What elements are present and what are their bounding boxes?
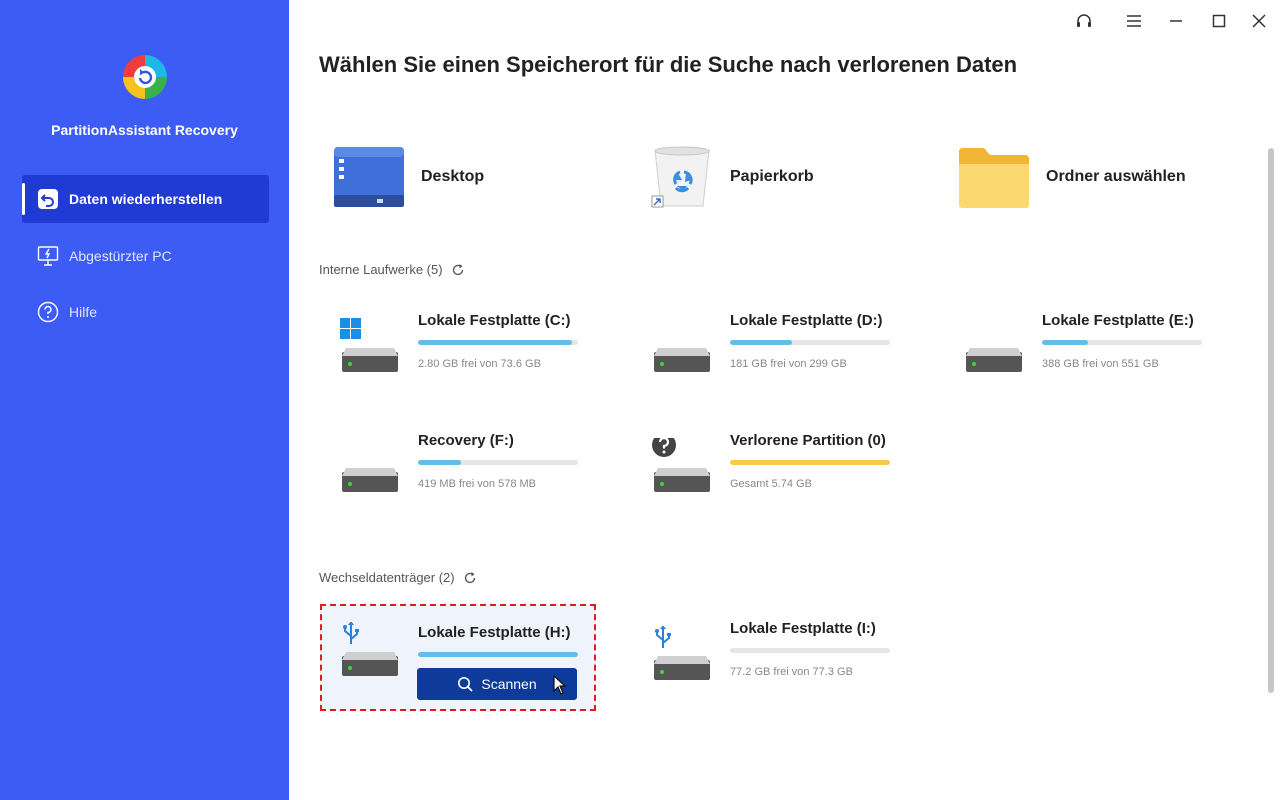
question-icon [652, 438, 676, 457]
quick-location-papierkorb[interactable]: Papierkorb [650, 142, 814, 212]
drive-f[interactable]: Recovery (F:) 419 MB frei von 578 MB [320, 420, 596, 524]
sidebar-item-label: Hilfe [69, 304, 98, 320]
folder-icon [959, 148, 1029, 208]
drive-i[interactable]: Lokale Festplatte (I:) 77.2 GB frei von … [632, 608, 908, 712]
usage-bar [730, 460, 890, 465]
hard-drive-icon [652, 438, 710, 492]
sidebar-item-abgestuerzter-pc[interactable]: Abgestürzter PC [22, 232, 269, 280]
drive-e[interactable]: Lokale Festplatte (E:) 388 GB frei von 5… [944, 300, 1220, 404]
quick-location-label: Desktop [421, 168, 485, 185]
drive-name: Lokale Festplatte (H:) [418, 624, 571, 641]
drive-name: Lokale Festplatte (E:) [1042, 312, 1194, 329]
minimize-button[interactable] [1163, 10, 1189, 32]
restore-icon [37, 188, 59, 210]
maximize-button[interactable] [1206, 10, 1232, 32]
scrollbar[interactable] [1268, 148, 1274, 693]
quick-location-label: Papierkorb [730, 168, 814, 185]
hard-drive-icon [654, 348, 710, 372]
menu-icon [1127, 15, 1141, 27]
crashed-pc-icon [37, 245, 59, 267]
lost-partition[interactable]: Verlorene Partition (0) Gesamt 5.74 GB [632, 420, 908, 524]
drive-info: 388 GB frei von 551 GB [1042, 358, 1159, 370]
refresh-icon[interactable] [451, 263, 465, 277]
sidebar-item-label: Daten wiederherstellen [69, 191, 223, 207]
headset-icon [1077, 14, 1091, 27]
hard-drive-icon [340, 318, 398, 372]
usage-bar [418, 460, 578, 465]
quick-location-label: Ordner auswählen [1046, 168, 1186, 185]
drive-name: Lokale Festplatte (I:) [730, 620, 876, 637]
drive-h[interactable]: Lokale Festplatte (H:) Scannen [320, 604, 596, 711]
usage-bar [418, 340, 578, 345]
usage-bar [730, 648, 890, 653]
sidebar-item-daten-wiederherstellen[interactable]: Daten wiederherstellen [22, 175, 269, 223]
sidebar-item-label: Abgestürzter PC [69, 248, 172, 264]
drive-name: Lokale Festplatte (C:) [418, 312, 571, 329]
hard-drive-icon [342, 622, 398, 676]
page-title: Wählen Sie einen Speicherort für die Suc… [319, 52, 1018, 77]
sidebar: PartitionAssistant Recovery Daten wieder… [0, 0, 289, 800]
removable-drives-label: Wechseldatenträger (2) [319, 570, 477, 585]
drive-name: Lokale Festplatte (D:) [730, 312, 883, 329]
support-button[interactable] [1071, 10, 1097, 32]
usage-bar [418, 652, 578, 657]
app-logo-icon [123, 55, 167, 99]
windows-icon [340, 318, 361, 339]
usage-bar [730, 340, 890, 345]
internal-drives-label: Interne Laufwerke (5) [319, 262, 465, 277]
quick-location-desktop[interactable]: Desktop [333, 142, 484, 212]
maximize-icon [1212, 14, 1226, 28]
drive-c[interactable]: Lokale Festplatte (C:) 2.80 GB frei von … [320, 300, 596, 404]
drive-info: 419 MB frei von 578 MB [418, 478, 537, 490]
drive-name: Verlorene Partition (0) [730, 432, 886, 449]
hard-drive-icon [966, 348, 1022, 372]
drive-info: Gesamt 5.74 GB [730, 478, 812, 490]
search-icon [458, 677, 473, 692]
sidebar-item-hilfe[interactable]: Hilfe [22, 288, 269, 336]
help-icon [37, 301, 59, 323]
hard-drive-icon [342, 468, 398, 492]
close-icon [1252, 14, 1266, 28]
refresh-icon[interactable] [463, 571, 477, 585]
drive-name: Recovery (F:) [418, 432, 514, 449]
quick-location-ordner-auswaehlen[interactable]: Ordner auswählen [958, 142, 1186, 212]
minimize-icon [1170, 20, 1182, 22]
mouse-cursor-icon [553, 675, 567, 695]
drive-info: 2.80 GB frei von 73.6 GB [418, 358, 541, 370]
desktop-icon [334, 147, 404, 207]
usage-bar [1042, 340, 1202, 345]
drive-d[interactable]: Lokale Festplatte (D:) 181 GB frei von 2… [632, 300, 908, 404]
hard-drive-icon [654, 626, 710, 680]
drive-info: 77.2 GB frei von 77.3 GB [730, 666, 853, 678]
app-title: PartitionAssistant Recovery [51, 122, 238, 138]
close-button[interactable] [1246, 10, 1272, 32]
drive-info: 181 GB frei von 299 GB [730, 358, 847, 370]
scan-button-label: Scannen [481, 676, 537, 692]
recycle-bin-icon [651, 146, 710, 208]
menu-button[interactable] [1121, 10, 1147, 32]
